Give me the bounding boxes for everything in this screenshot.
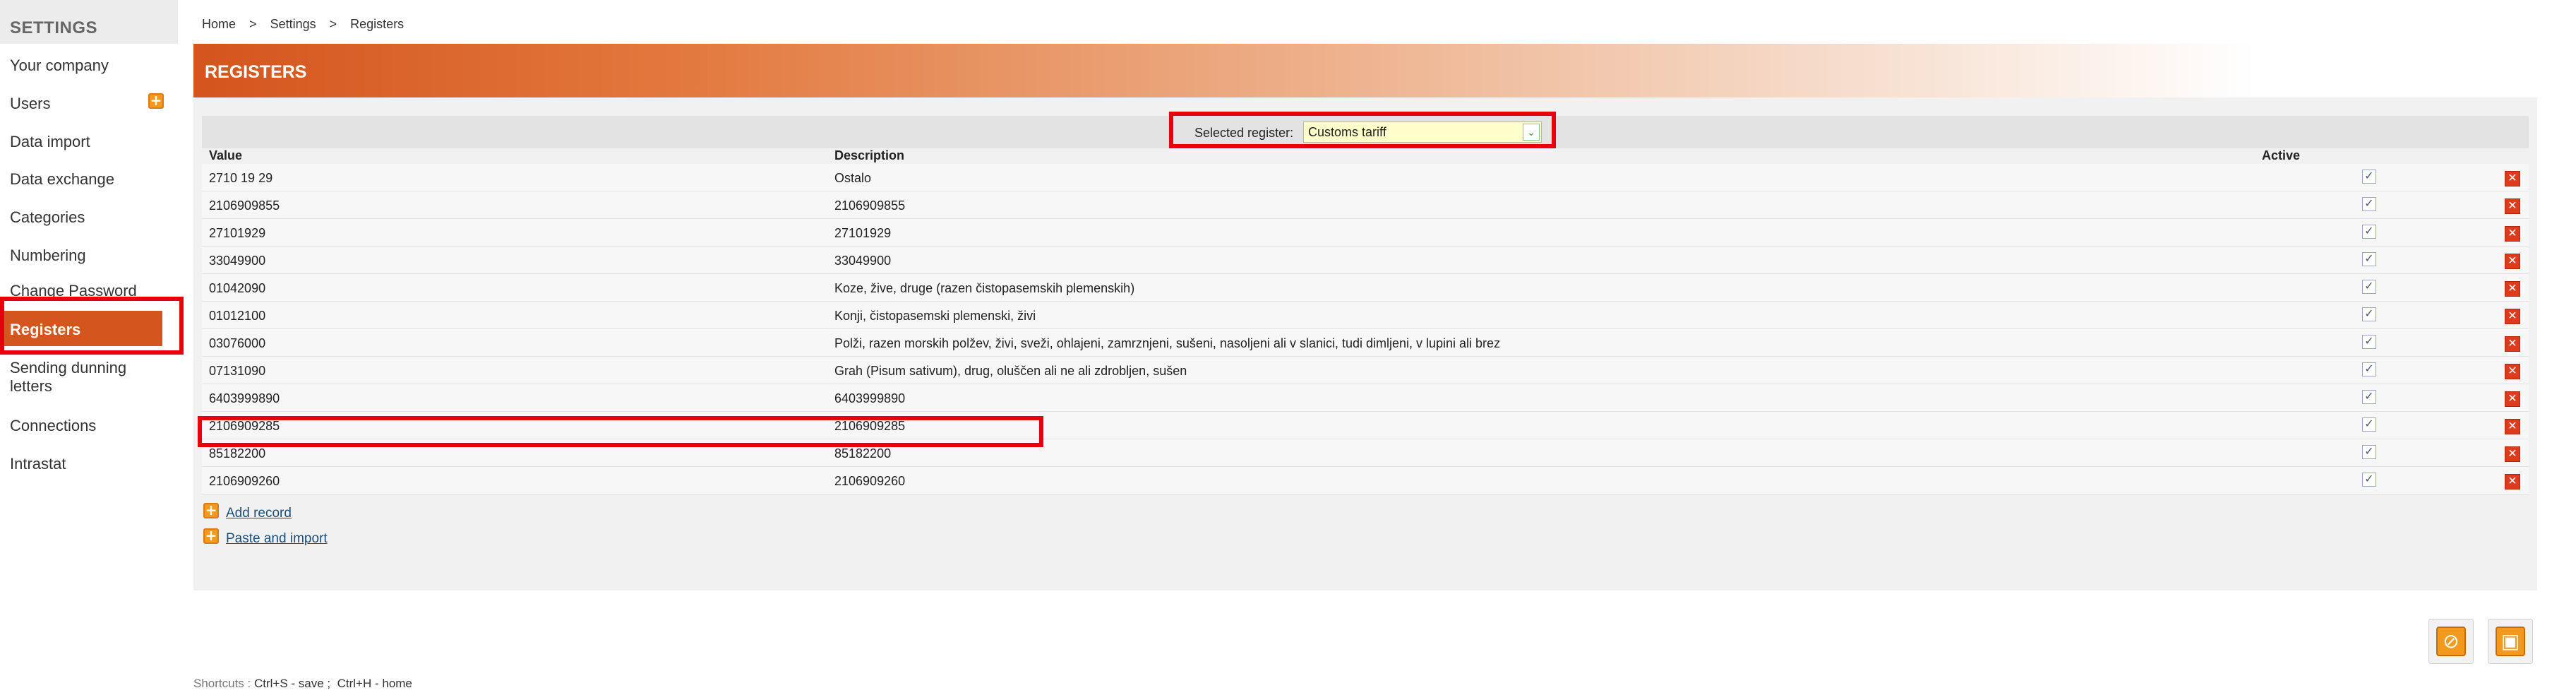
selector-highlight-box [1169, 112, 1556, 148]
cell-value[interactable]: 2106909260 [209, 474, 280, 489]
sidebar-title: SETTINGS [0, 0, 178, 44]
cell-description[interactable]: Ostalo [834, 171, 871, 186]
active-checkbox[interactable]: ✓ [2362, 307, 2376, 321]
active-checkbox[interactable]: ✓ [2362, 280, 2376, 294]
active-checkbox[interactable]: ✓ [2362, 335, 2376, 349]
breadcrumb-separator: > [329, 17, 337, 31]
delete-icon[interactable]: ✕ [2505, 474, 2520, 490]
active-checkbox[interactable]: ✓ [2362, 362, 2376, 376]
paste-import-plus-icon[interactable]: + [203, 528, 219, 544]
shortcut-home: Ctrl+H - home [337, 677, 412, 690]
column-header-active: Active [2262, 148, 2301, 162]
active-checkbox[interactable]: ✓ [2362, 445, 2376, 459]
breadcrumb-separator: > [249, 17, 257, 31]
cell-value[interactable]: 2710 19 29 [209, 171, 272, 186]
active-checkbox[interactable]: ✓ [2362, 417, 2376, 432]
cell-description[interactable]: 27101929 [834, 226, 891, 241]
cell-value[interactable]: 07131090 [209, 364, 265, 379]
sidebar-item-categories[interactable]: Categories [10, 208, 85, 227]
delete-icon[interactable]: ✕ [2505, 254, 2520, 269]
sidebar-item-users[interactable]: Users [10, 95, 50, 113]
table-row[interactable]: 2106909855 2106909855 ✓ ✕ [202, 191, 2529, 219]
cancel-button[interactable]: ⊘ [2428, 619, 2474, 664]
cell-description[interactable]: Polži, razen morskih polžev, živi, sveži… [834, 336, 1500, 351]
page-title: REGISTERS [205, 62, 307, 82]
cell-description[interactable]: 33049900 [834, 254, 891, 268]
active-checkbox[interactable]: ✓ [2362, 252, 2376, 266]
add-record-link[interactable]: Add record [226, 506, 292, 521]
add-record-plus-icon[interactable]: + [203, 503, 219, 518]
table-row[interactable]: 6403999890 6403999890 ✓ ✕ [202, 384, 2529, 412]
cell-value[interactable]: 85182200 [209, 446, 265, 461]
delete-icon[interactable]: ✕ [2505, 391, 2520, 407]
shortcut-save: Ctrl+S - save ; [253, 677, 331, 690]
row-highlight-box [198, 416, 1043, 447]
table-row[interactable]: 07131090 Grah (Pisum sativum), drug, olu… [202, 357, 2529, 384]
sidebar-item-numbering[interactable]: Numbering [10, 247, 86, 265]
cell-description[interactable]: Koze, žive, druge (razen čistopasemskih … [834, 281, 1134, 296]
save-icon: ▣ [2496, 627, 2525, 656]
save-button[interactable]: ▣ [2488, 619, 2533, 664]
registers-highlight-box [0, 297, 184, 355]
sidebar-item-connections[interactable]: Connections [10, 417, 96, 435]
cell-value[interactable]: 33049900 [209, 254, 265, 268]
cell-value[interactable]: 03076000 [209, 336, 265, 351]
shortcuts-hint: Shortcuts : Ctrl+S - save ; Ctrl+H - hom… [193, 677, 412, 691]
page-header-bar: REGISTERS [193, 44, 2537, 97]
column-header-description: Description [834, 148, 905, 162]
cell-description[interactable]: 6403999890 [834, 391, 905, 406]
active-checkbox[interactable]: ✓ [2362, 197, 2376, 211]
sidebar-item-your-company[interactable]: Your company [10, 57, 109, 75]
table-row[interactable]: 01012100 Konji, čistopasemski plemenski,… [202, 302, 2529, 329]
active-checkbox[interactable]: ✓ [2362, 170, 2376, 184]
sidebar-item-intrastat[interactable]: Intrastat [10, 455, 66, 473]
cell-description[interactable]: 2106909260 [834, 474, 905, 489]
table-row[interactable]: 01042090 Koze, žive, druge (razen čistop… [202, 274, 2529, 302]
table-row[interactable]: 2106909260 2106909260 ✓ ✕ [202, 467, 2529, 494]
table-row[interactable]: 03076000 Polži, razen morskih polžev, ži… [202, 329, 2529, 357]
breadcrumb-home[interactable]: Home [202, 17, 236, 31]
active-checkbox[interactable]: ✓ [2362, 390, 2376, 404]
delete-icon[interactable]: ✕ [2505, 198, 2520, 214]
table-row[interactable]: 2710 19 29 Ostalo ✓ ✕ [202, 164, 2529, 191]
delete-icon[interactable]: ✕ [2505, 336, 2520, 352]
registers-panel: Selected register: Customs tariff ⌄ Valu… [193, 97, 2537, 591]
table-row[interactable]: 27101929 27101929 ✓ ✕ [202, 219, 2529, 247]
cell-value[interactable]: 2106909855 [209, 198, 280, 213]
delete-icon[interactable]: ✕ [2505, 309, 2520, 324]
sidebar-item-sending-dunning-letters[interactable]: Sending dunning letters [10, 359, 151, 396]
delete-icon[interactable]: ✕ [2505, 226, 2520, 242]
cell-description[interactable]: 85182200 [834, 446, 891, 461]
cell-description[interactable]: Grah (Pisum sativum), drug, oluščen ali … [834, 364, 1187, 379]
delete-icon[interactable]: ✕ [2505, 171, 2520, 186]
table-row[interactable]: 33049900 33049900 ✓ ✕ [202, 247, 2529, 274]
active-checkbox[interactable]: ✓ [2362, 225, 2376, 239]
sidebar-item-data-exchange[interactable]: Data exchange [10, 170, 114, 189]
delete-icon[interactable]: ✕ [2505, 281, 2520, 297]
delete-icon[interactable]: ✕ [2505, 419, 2520, 434]
add-user-plus-icon[interactable]: + [148, 93, 164, 109]
breadcrumb-settings[interactable]: Settings [270, 17, 316, 31]
cell-value[interactable]: 27101929 [209, 226, 265, 241]
cancel-icon: ⊘ [2436, 627, 2466, 656]
column-header-value: Value [209, 148, 243, 162]
cell-value[interactable]: 6403999890 [209, 391, 280, 406]
cell-value[interactable]: 01012100 [209, 309, 265, 324]
delete-icon[interactable]: ✕ [2505, 446, 2520, 462]
active-checkbox[interactable]: ✓ [2362, 473, 2376, 487]
delete-icon[interactable]: ✕ [2505, 364, 2520, 379]
paste-and-import-link[interactable]: Paste and import [226, 531, 328, 547]
shortcuts-prefix: Shortcuts : [193, 677, 254, 690]
cell-description[interactable]: Konji, čistopasemski plemenski, živi [834, 309, 1036, 324]
breadcrumb-current: Registers [350, 17, 405, 31]
cell-value[interactable]: 01042090 [209, 281, 265, 296]
breadcrumb: Home > Settings > Registers [202, 17, 414, 32]
sidebar-item-data-import[interactable]: Data import [10, 133, 90, 151]
cell-description[interactable]: 2106909855 [834, 198, 905, 213]
